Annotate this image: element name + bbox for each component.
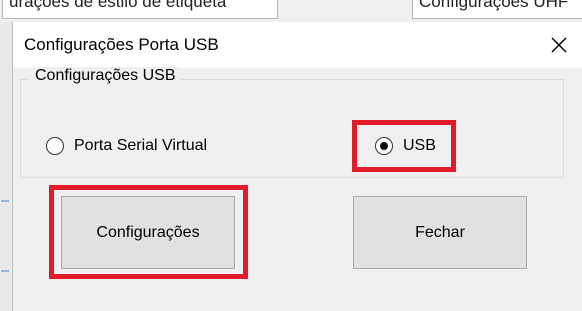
- close-button[interactable]: [543, 29, 575, 61]
- dialog-title: Configurações Porta USB: [24, 35, 219, 54]
- radio-virtual-serial-port[interactable]: Porta Serial Virtual: [46, 137, 207, 155]
- screenshot-stage: urações de estilo de etiqueta Configuraç…: [0, 0, 582, 311]
- radio-checked-icon[interactable]: [375, 137, 393, 155]
- usb-settings-groupbox: [20, 79, 564, 178]
- background-tab-uhf-settings[interactable]: Configurações UHF: [412, 0, 582, 19]
- configure-button[interactable]: Configurações: [61, 196, 235, 269]
- radio-label-virtual-serial-port: Porta Serial Virtual: [74, 137, 208, 154]
- close-dialog-button[interactable]: Fechar: [353, 196, 527, 269]
- close-icon: [551, 37, 567, 53]
- background-edge-mark: [1, 200, 9, 202]
- radio-usb[interactable]: USB: [375, 137, 436, 155]
- dialog-titlebar[interactable]: Configurações Porta USB: [13, 22, 582, 68]
- radio-label-usb: USB: [403, 137, 436, 154]
- groupbox-label: Configurações USB: [30, 67, 181, 85]
- background-tab-label-settings[interactable]: urações de estilo de etiqueta: [2, 0, 278, 19]
- background-edge-mark: [1, 270, 9, 272]
- radio-unchecked-icon[interactable]: [46, 137, 64, 155]
- background-window-tabs: urações de estilo de etiqueta Configuraç…: [0, 0, 582, 23]
